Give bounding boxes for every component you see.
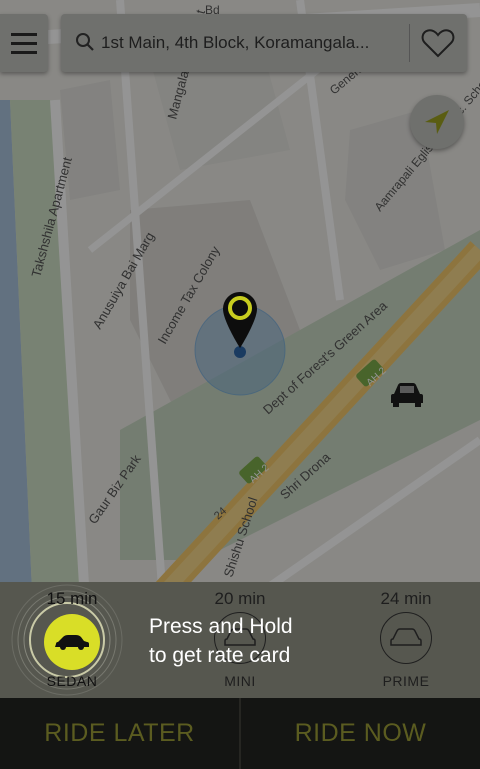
rate-card-hint: Press and Hold to get rate card	[149, 612, 349, 670]
cab-name-selected: SEDAN	[46, 673, 98, 689]
search-divider	[409, 24, 410, 62]
hamburger-menu-icon	[11, 42, 37, 45]
ride-later-button[interactable]: RIDE LATER	[0, 698, 239, 769]
navigation-arrow-icon	[425, 110, 449, 134]
cab-option-sedan[interactable]	[44, 614, 100, 670]
ride-now-button[interactable]: RIDE NOW	[241, 698, 480, 769]
cab-name: PRIME	[382, 673, 430, 689]
locate-me-button[interactable]	[410, 95, 464, 149]
hamburger-menu-icon	[11, 33, 37, 36]
rate-hint-line: to get rate card	[149, 644, 291, 667]
action-bar: RIDE LATER RIDE NOW	[0, 698, 480, 769]
map-block	[60, 80, 120, 200]
car-icon	[380, 612, 432, 664]
search-icon	[76, 33, 94, 51]
cab-eta: 20 min	[214, 589, 266, 608]
car-icon	[55, 635, 89, 650]
heart-icon[interactable]	[421, 28, 455, 58]
car-icon	[391, 383, 423, 407]
cab-option-prime[interactable]: 24 min PRIME	[356, 582, 456, 698]
menu-button[interactable]	[0, 14, 48, 72]
pickup-location-text[interactable]: 1st Main, 4th Block, Koramangala...	[101, 33, 401, 53]
hamburger-menu-icon	[11, 51, 37, 54]
cab-eta-selected: 15 min	[46, 589, 98, 608]
location-pin-icon[interactable]	[222, 291, 258, 349]
search-bar[interactable]: 1st Main, 4th Block, Koramangala...	[61, 14, 467, 72]
cab-eta: 24 min	[380, 589, 432, 608]
rate-hint-line: Press and Hold	[149, 615, 293, 638]
cab-name: MINI	[224, 673, 256, 689]
